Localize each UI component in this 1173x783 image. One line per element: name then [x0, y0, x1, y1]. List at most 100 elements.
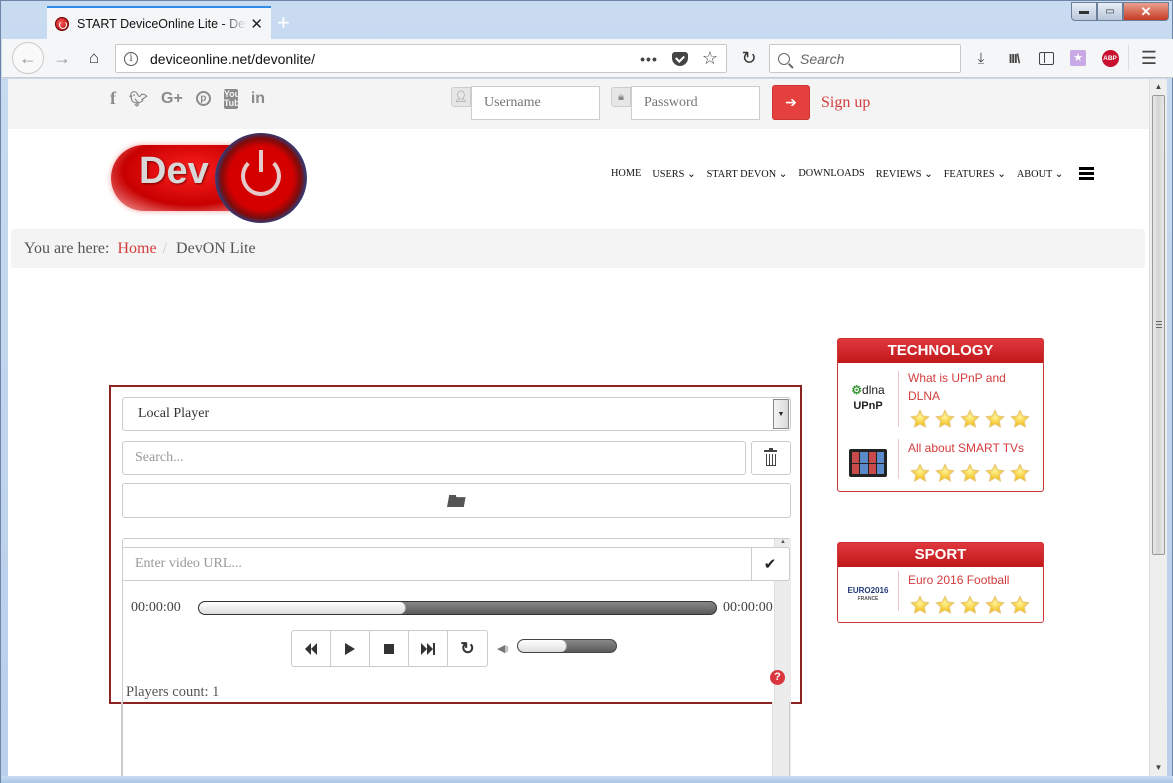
confirm-url-button[interactable]: ✔ [751, 548, 789, 580]
star-icon[interactable] [960, 595, 980, 615]
star-icon[interactable] [985, 595, 1005, 615]
pocket-icon[interactable] [671, 51, 688, 66]
star-icon[interactable] [1010, 409, 1030, 429]
star-icon[interactable] [1010, 595, 1030, 615]
video-url-row: Enter video URL... ✔ [122, 547, 790, 581]
star-icon[interactable] [935, 463, 955, 483]
nav-downloads[interactable]: DOWNLOADS [798, 168, 864, 179]
main-navigation: HOME USERS ⌄ START DEVON ⌄ DOWNLOADS REV… [611, 167, 1095, 180]
widget-title: SPORT [838, 543, 1043, 567]
password-input[interactable] [631, 85, 760, 120]
playlist-box-continuation [121, 702, 790, 776]
sign-up-link[interactable]: Sign up [821, 94, 870, 112]
nav-reviews[interactable]: REVIEWS ⌄ [876, 168, 933, 180]
minimize-button[interactable]: ▬ [1071, 2, 1097, 21]
library-icon[interactable]: III\ [1003, 47, 1025, 69]
pinterest-icon[interactable]: p [195, 91, 211, 106]
new-tab-button[interactable]: + [277, 10, 290, 36]
star-icon[interactable] [960, 463, 980, 483]
bookmark-star-icon[interactable]: ☆ [702, 48, 718, 69]
star-rating [910, 463, 1030, 483]
player-panel: Local Player ▼ Search... ▲ Enter video U… [109, 385, 802, 776]
volume-icon[interactable]: ◀︎ı [497, 642, 509, 655]
star-icon[interactable] [910, 463, 930, 483]
stop-button[interactable] [370, 631, 409, 666]
breadcrumb-home-link[interactable]: Home [117, 240, 156, 258]
reload-button[interactable]: ↻ [737, 46, 761, 70]
scroll-up-arrow-icon[interactable]: ▲ [1150, 79, 1167, 95]
help-icon[interactable]: ? [770, 670, 785, 685]
star-icon[interactable] [985, 463, 1005, 483]
username-input[interactable] [471, 85, 600, 120]
login-button[interactable]: ➔ [772, 85, 810, 120]
nav-features[interactable]: FEATURES ⌄ [944, 168, 1006, 180]
article-item: ⚙dlna UPnP What is UPnP and DLNA [838, 365, 1043, 435]
dlna-upnp-thumbnail[interactable]: ⚙dlna UPnP [846, 377, 890, 417]
star-icon[interactable] [935, 409, 955, 429]
star-icon[interactable] [1010, 463, 1030, 483]
maximize-button[interactable]: ▭ [1097, 2, 1123, 21]
nav-users[interactable]: USERS ⌄ [652, 168, 695, 180]
linkedin-icon[interactable]: in [251, 90, 265, 108]
video-url-input[interactable]: Enter video URL... [123, 548, 752, 580]
open-folder-button[interactable] [122, 483, 791, 518]
nav-about[interactable]: ABOUT ⌄ [1017, 168, 1063, 180]
clear-button[interactable] [751, 441, 791, 475]
playlist-scrollbar-track[interactable] [772, 702, 789, 776]
home-button[interactable]: ⌂ [82, 46, 106, 70]
hamburger-menu-icon[interactable]: ☰ [1138, 47, 1160, 69]
twitter-icon[interactable]: 🐦︎ [129, 90, 148, 108]
nav-home[interactable]: HOME [611, 168, 641, 179]
top-strip: f 🐦︎ G+ p You Tube in 👤︎ 🔒︎ ➔ Sign up [8, 79, 1149, 129]
play-button[interactable] [331, 631, 370, 666]
media-search-input[interactable]: Search... [122, 441, 746, 475]
address-bar[interactable]: i deviceonline.net/devonlite/ ••• ☆ [115, 44, 727, 73]
volume-slider-fill [518, 640, 567, 652]
seek-slider[interactable] [198, 601, 717, 615]
site-info-icon[interactable]: i [124, 51, 138, 66]
url-text[interactable]: deviceonline.net/devonlite/ [150, 51, 315, 67]
adblock-plus-icon[interactable]: ABP [1099, 47, 1121, 69]
extension-icon[interactable]: ★ [1067, 47, 1089, 69]
page-scrollbar[interactable]: ▲ ▼ [1149, 79, 1167, 776]
repeat-button[interactable]: ↻ [448, 631, 487, 666]
volume-slider[interactable] [517, 639, 617, 653]
scrollbar-thumb[interactable] [1152, 95, 1165, 555]
scroll-down-arrow-icon[interactable]: ▼ [1150, 760, 1167, 776]
star-icon[interactable] [910, 409, 930, 429]
article-link[interactable]: All about SMART TVs [908, 439, 1033, 457]
page-actions-icon[interactable]: ••• [640, 51, 658, 67]
devon-logo[interactable]: Dev [111, 131, 307, 223]
euro2016-thumbnail[interactable]: EURO2016 FRANCE [846, 575, 890, 615]
article-link[interactable]: What is UPnP and DLNA [908, 369, 1033, 405]
window-bottom-edge [1, 776, 1173, 783]
back-button[interactable]: ← [12, 42, 44, 74]
browser-tab[interactable]: START DeviceOnline Lite - DeviceOnline ✕ [47, 6, 271, 39]
menu-toggle-icon[interactable] [1079, 167, 1095, 180]
star-icon[interactable] [985, 409, 1005, 429]
star-icon[interactable] [935, 595, 955, 615]
sidebar-toggle-icon[interactable] [1035, 47, 1057, 69]
dropdown-arrow-icon[interactable]: ▼ [773, 399, 789, 429]
nav-start-devon[interactable]: START DEVON ⌄ [707, 168, 788, 180]
close-tab-icon[interactable]: ✕ [250, 15, 263, 33]
youtube-icon[interactable]: You Tube [223, 88, 245, 109]
facebook-icon[interactable]: f [110, 88, 116, 109]
next-button[interactable] [409, 631, 448, 666]
star-icon[interactable] [910, 595, 930, 615]
browser-search-input[interactable]: Search [769, 44, 961, 73]
google-plus-icon[interactable]: G+ [161, 90, 183, 108]
downloads-icon[interactable]: ⤓ [970, 47, 992, 69]
tab-bar: START DeviceOnline Lite - DeviceOnline ✕… [1, 1, 1173, 39]
rewind-button[interactable] [292, 631, 331, 666]
forward-button[interactable]: → [50, 46, 74, 70]
article-item: EURO2016 FRANCE Euro 2016 Football [838, 569, 1043, 623]
login-form: 👤︎ 🔒︎ ➔ Sign up [451, 85, 870, 120]
smart-tv-thumbnail[interactable] [846, 443, 890, 483]
scroll-up-icon[interactable]: ▲ [775, 539, 791, 545]
close-window-button[interactable]: ✕ [1123, 2, 1169, 21]
player-select[interactable]: Local Player ▼ [122, 397, 791, 431]
star-icon[interactable] [960, 409, 980, 429]
article-link[interactable]: Euro 2016 Football [908, 571, 1033, 589]
players-count: Players count: 1 [126, 684, 220, 700]
